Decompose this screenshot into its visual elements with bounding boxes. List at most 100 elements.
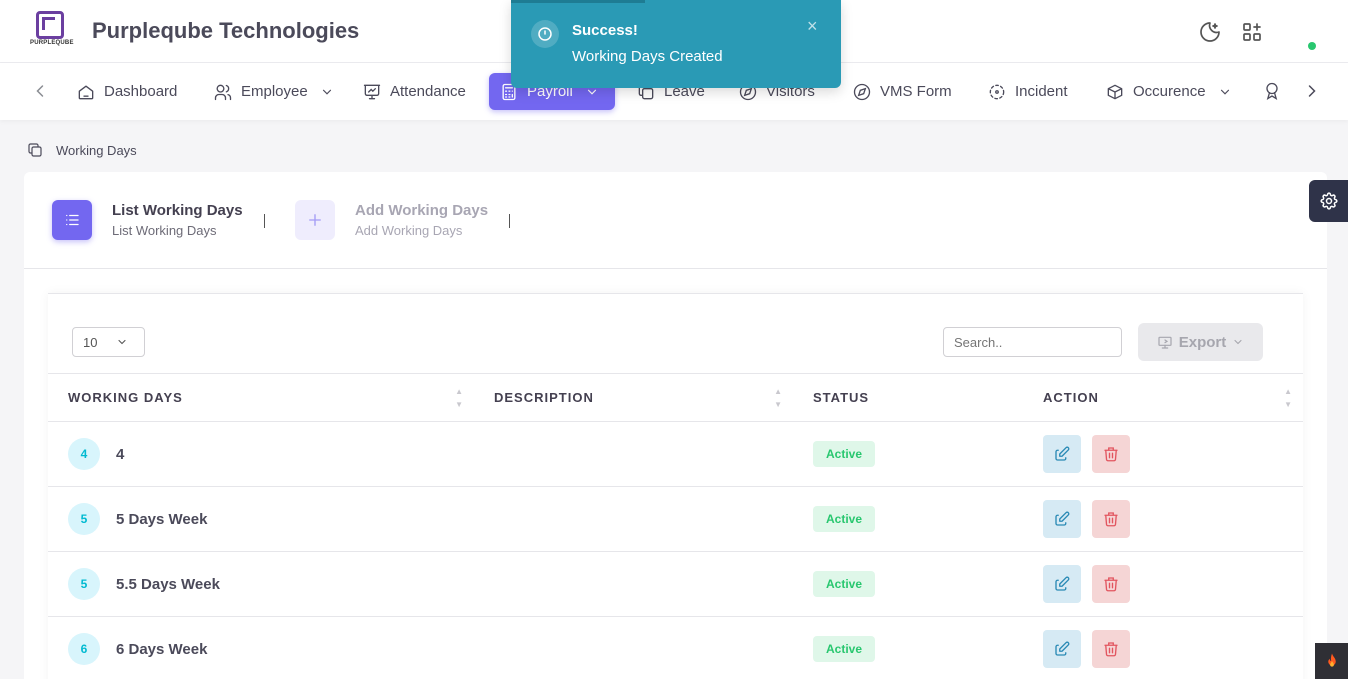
cell-status: Active	[793, 616, 1023, 679]
nav-incident-label: Incident	[1015, 83, 1068, 100]
cell-status: Active	[793, 421, 1023, 487]
status-badge: Active	[813, 506, 876, 532]
chevron-down-icon	[322, 89, 331, 95]
trash-icon	[1104, 512, 1118, 527]
delete-button[interactable]	[1092, 630, 1130, 668]
list-icon	[52, 200, 92, 240]
delete-button[interactable]	[1092, 500, 1130, 538]
delete-button[interactable]	[1092, 565, 1130, 603]
table-header-row: WORKING DAYS ▲ ▼ DESCRIPTION ▲ ▼ STATUS AC…	[48, 373, 1303, 422]
nav-vms-form[interactable]: VMS Form	[842, 73, 962, 110]
award-icon[interactable]	[1262, 81, 1282, 101]
nav-attendance-label: Attendance	[390, 83, 466, 100]
nav-scroll-right-icon[interactable]	[1302, 81, 1322, 101]
nav-employee[interactable]: Employee	[203, 73, 344, 110]
customizer-toggle-button[interactable]	[1309, 180, 1348, 222]
avatar: 5	[68, 503, 100, 535]
cell-working-days: 5 5 Days Week	[48, 486, 474, 552]
toast-close-icon[interactable]: ×	[807, 16, 818, 37]
home-icon	[78, 85, 94, 99]
chevron-down-icon	[1220, 89, 1229, 95]
cell-status: Active	[793, 551, 1023, 617]
column-label: STATUS	[813, 390, 870, 405]
online-status-dot	[1308, 42, 1316, 50]
export-label: Export	[1178, 333, 1227, 351]
nav-dashboard-label: Dashboard	[104, 83, 178, 100]
nav-dashboard[interactable]: Dashboard	[66, 73, 187, 110]
trash-icon	[1104, 577, 1118, 592]
nav-employee-label: Employee	[241, 83, 308, 100]
export-button[interactable]: Export	[1138, 323, 1263, 361]
focus-icon	[989, 84, 1005, 99]
chevron-down-icon	[1234, 339, 1242, 345]
delete-button[interactable]	[1092, 435, 1130, 473]
working-days-table: WORKING DAYS ▲ ▼ DESCRIPTION ▲ ▼ STATUS AC…	[48, 373, 1303, 679]
compass-icon	[853, 83, 871, 100]
column-header-description[interactable]: DESCRIPTION ▲ ▼	[474, 373, 793, 422]
tab-header: List Working Days List Working Days Add …	[24, 172, 1327, 269]
success-toast: Success! Working Days Created ×	[511, 0, 841, 88]
apps-add-icon[interactable]	[1240, 20, 1264, 44]
cell-description	[474, 551, 793, 617]
cell-working-days: 6 6 Days Week	[48, 616, 474, 679]
edit-icon	[1055, 511, 1070, 526]
flame-widget[interactable]	[1315, 643, 1348, 679]
status-badge: Active	[813, 571, 876, 597]
trash-icon	[1104, 642, 1118, 657]
gear-icon	[1319, 192, 1338, 210]
nav-attendance[interactable]: Attendance	[352, 73, 476, 110]
page-length-value: 10	[83, 334, 98, 350]
cell-description	[474, 616, 793, 679]
tab-separator	[264, 214, 265, 228]
working-days-name: 5.5 Days Week	[116, 575, 220, 593]
table-container: 10 Export WORKING DAYS ▲▼ DESCRIPTION ▲▼	[48, 293, 1303, 679]
avatar: 6	[68, 633, 100, 665]
cell-description	[474, 486, 793, 552]
company-logo[interactable]: PURPLEQUBE	[30, 11, 74, 51]
tab-list-subtitle: List Working Days	[112, 223, 217, 238]
tab-list-working-days[interactable]: List Working Days List Working Days	[52, 200, 243, 240]
cell-action	[1023, 551, 1303, 617]
edit-button[interactable]	[1043, 435, 1081, 473]
logo-text: PURPLEQUBE	[30, 40, 74, 46]
search-input[interactable]	[943, 327, 1122, 357]
nav-occurence-label: Occurence	[1133, 83, 1206, 100]
edit-icon	[1055, 576, 1070, 591]
users-icon	[214, 84, 232, 100]
packages-icon	[1107, 84, 1123, 99]
nav-incident[interactable]: Incident	[977, 73, 1078, 110]
chevron-down-icon	[118, 339, 126, 345]
edit-icon	[1055, 641, 1070, 656]
tab-add-working-days[interactable]: Add Working Days Add Working Days	[295, 200, 488, 240]
column-header-action[interactable]: ACTION ▲ ▼	[1023, 373, 1303, 422]
nav-occurence[interactable]: Occurence	[1095, 73, 1242, 110]
edit-button[interactable]	[1043, 500, 1081, 538]
column-header-working-days[interactable]: WORKING DAYS ▲ ▼	[48, 373, 474, 422]
edit-icon	[1055, 446, 1070, 461]
logo-mark	[36, 11, 64, 39]
sort-icon: ▲ ▼	[774, 387, 783, 409]
table-row: 6 6 Days Week Active	[48, 616, 1303, 679]
edit-button[interactable]	[1043, 630, 1081, 668]
edit-button[interactable]	[1043, 565, 1081, 603]
working-days-card: List Working Days List Working Days Add …	[24, 172, 1327, 679]
table-row: 5 5.5 Days Week Active	[48, 551, 1303, 617]
copy-icon	[28, 143, 42, 157]
avatar: 4	[68, 438, 100, 470]
status-badge: Active	[813, 636, 876, 662]
table-row: 44 Active	[48, 421, 1303, 487]
moon-icon[interactable]	[1198, 20, 1222, 44]
tab-list-title: List Working Days	[112, 202, 243, 219]
nav-scroll-left-icon[interactable]	[30, 81, 50, 101]
trash-icon	[1104, 447, 1118, 462]
page-length-select[interactable]: 10	[72, 327, 145, 357]
column-label: WORKING DAYS	[68, 390, 183, 405]
cell-status: Active	[793, 486, 1023, 552]
tab-separator	[509, 214, 510, 228]
cell-description	[474, 421, 793, 487]
avatar: 5	[68, 568, 100, 600]
breadcrumb-current: Working Days	[56, 142, 137, 158]
presentation-icon	[363, 84, 381, 99]
toast-title: Success!	[572, 22, 638, 39]
column-header-status: STATUS	[793, 373, 1023, 422]
